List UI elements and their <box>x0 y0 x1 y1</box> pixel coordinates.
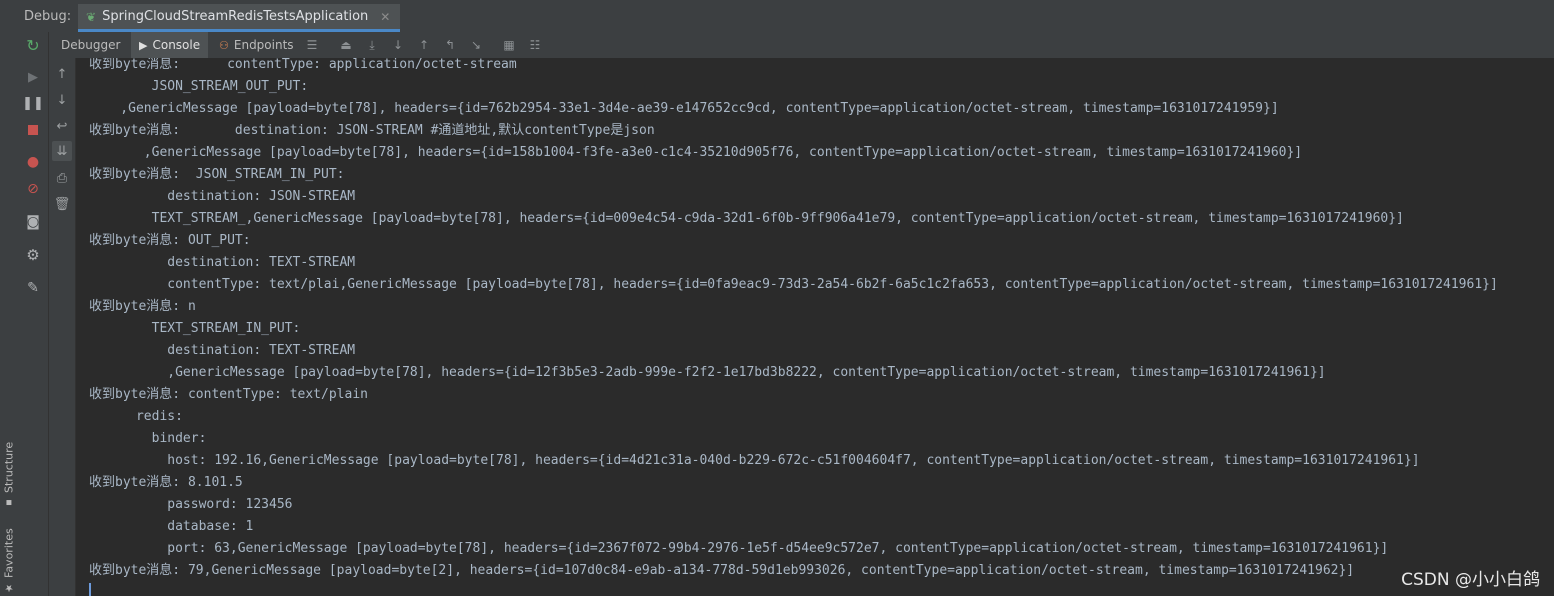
console-line: 收到byte消息: contentType: application/octet… <box>89 58 517 72</box>
tab-endpoints-label: Endpoints <box>233 38 294 52</box>
console-output[interactable]: 收到byte消息: contentType: application/octet… <box>76 58 1554 596</box>
debug-subtabs: Debugger ▶ Console ⚇ Endpoints ☰ ⏏ ⤓ ↓ ↑… <box>49 32 1554 59</box>
console-line: contentType: text/plai,GenericMessage [p… <box>89 277 1498 292</box>
debug-actions-toolbar: ↻ ▶ ❚❚ ● ⊘ ◙ ⚙ ✎ <box>18 32 49 596</box>
show-execution-point-icon[interactable]: ⏏ <box>337 36 355 54</box>
console-line: ,GenericMessage [payload=byte[78], heade… <box>89 101 1279 116</box>
console-line: 收到byte消息: 8.101.5 <box>89 475 243 490</box>
drop-frame-icon[interactable]: ↰ <box>441 36 459 54</box>
trace-settings-icon[interactable]: ☷ <box>526 36 544 54</box>
console-line: TEXT_STREAM_IN_PUT: <box>89 321 301 336</box>
run-to-cursor-icon[interactable]: ↘ <box>467 36 485 54</box>
evaluate-expression-icon[interactable]: ▦ <box>500 36 518 54</box>
console-line: 收到byte消息: 79,GenericMessage [payload=byt… <box>89 563 1355 578</box>
pin-icon[interactable]: ✎ <box>23 278 43 298</box>
star-icon: ★ <box>3 582 15 593</box>
step-out-icon[interactable]: ↑ <box>415 36 433 54</box>
console-line: redis: <box>89 409 183 424</box>
favorites-tool-button[interactable]: ★ Favorites <box>1 525 17 593</box>
console-line: password: 123456 <box>89 497 293 512</box>
step-into-icon[interactable]: ↓ <box>389 36 407 54</box>
tool-window-stripe: ▪ Structure ★ Favorites <box>0 0 19 596</box>
view-breakpoints-icon[interactable]: ● <box>23 152 43 172</box>
console-line: destination: TEXT-STREAM <box>89 343 356 358</box>
tab-console[interactable]: ▶ Console <box>131 32 209 58</box>
console-line: TEXT_STREAM_,GenericMessage [payload=byt… <box>89 211 1404 226</box>
console-line: 收到byte消息: OUT_PUT: <box>89 233 251 248</box>
console-toolbar: ↑ ↓ ↩ ⇊ ⎙ 🗑 <box>49 58 76 596</box>
console-line: 收到byte消息: destination: JSON-STREAM #通道地址… <box>89 123 655 138</box>
console-line: destination: TEXT-STREAM <box>89 255 356 270</box>
down-icon[interactable]: ↓ <box>52 90 72 110</box>
console-line: binder: <box>89 431 207 446</box>
up-icon[interactable]: ↑ <box>52 64 72 84</box>
structure-tool-button[interactable]: ▪ Structure <box>1 440 17 508</box>
menu-icon[interactable]: ☰ <box>303 36 321 54</box>
console-line: 收到byte消息: n <box>89 299 196 314</box>
console-line: database: 1 <box>89 519 254 534</box>
tab-debugger[interactable]: Debugger <box>53 32 128 58</box>
console-line: destination: JSON-STREAM <box>89 189 356 204</box>
gear-icon[interactable]: ⚙ <box>23 245 43 265</box>
run-configuration-label: SpringCloudStreamRedisTestsApplication <box>102 9 369 24</box>
scroll-to-end-icon[interactable]: ⇊ <box>52 141 72 161</box>
text-caret <box>89 583 91 596</box>
pause-icon[interactable]: ❚❚ <box>22 93 44 113</box>
print-icon[interactable]: ⎙ <box>52 168 72 188</box>
resume-icon[interactable]: ▶ <box>23 67 43 87</box>
rerun-icon[interactable]: ↻ <box>23 36 43 56</box>
structure-label: Structure <box>2 441 16 493</box>
endpoints-icon: ⚇ <box>219 38 229 52</box>
soft-wrap-icon[interactable]: ↩ <box>52 116 72 136</box>
spring-boot-icon: ❦ <box>86 9 97 24</box>
debug-label: Debug: <box>24 9 72 24</box>
console-line: JSON_STREAM_OUT_PUT: <box>89 79 309 94</box>
debug-tool-window-header: Debug: ❦ SpringCloudStreamRedisTestsAppl… <box>18 0 1554 33</box>
structure-icon: ▪ <box>3 497 15 508</box>
step-over-icon[interactable]: ⤓ <box>363 36 381 54</box>
stop-icon[interactable] <box>23 120 43 140</box>
console-line: port: 63,GenericMessage [payload=byte[78… <box>89 541 1389 556</box>
clear-all-icon[interactable]: 🗑 <box>52 194 72 214</box>
tab-console-label: Console <box>152 38 201 52</box>
tab-endpoints[interactable]: ⚇ Endpoints <box>211 32 302 58</box>
favorites-label: Favorites <box>2 528 16 578</box>
run-configuration-tab[interactable]: ❦ SpringCloudStreamRedisTestsApplication… <box>78 4 401 32</box>
console-line: ,GenericMessage [payload=byte[78], heade… <box>89 145 1303 160</box>
console-line: ,GenericMessage [payload=byte[78], heade… <box>89 365 1326 380</box>
camera-icon[interactable]: ◙ <box>23 212 43 232</box>
watermark: CSDN @小小白鸽 <box>1401 570 1540 590</box>
console-line: 收到byte消息: JSON_STREAM_IN_PUT: <box>89 167 345 182</box>
mute-breakpoints-icon[interactable]: ⊘ <box>23 179 43 199</box>
tab-debugger-label: Debugger <box>61 38 121 52</box>
console-line: 收到byte消息: contentType: text/plain <box>89 387 368 402</box>
console-icon: ▶ <box>139 38 148 52</box>
console-line: host: 192.16,GenericMessage [payload=byt… <box>89 453 1420 468</box>
close-icon[interactable]: ✕ <box>380 10 390 24</box>
